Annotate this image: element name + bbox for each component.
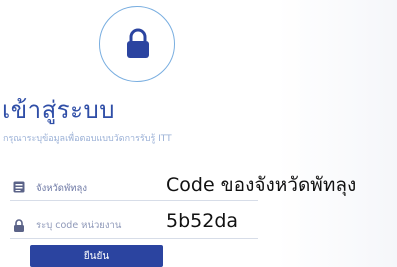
page-title: เข้าสู่ระบบ: [2, 96, 115, 124]
lock-icon: [127, 28, 149, 58]
overlay-caption: Code ของจังหวัดพัทลุง: [166, 174, 357, 196]
id-card-icon: [13, 181, 25, 193]
province-value: จังหวัดพัทลุง: [36, 183, 87, 194]
background-pattern: [277, 0, 397, 267]
overlay-code: 5b52da: [166, 210, 239, 232]
submit-button[interactable]: ยืนยัน: [30, 245, 163, 267]
page-subtitle: กรุณาระบุข้อมูลเพื่อตอบแบบวัดการรับรู้ I…: [3, 134, 172, 144]
code-input[interactable]: [36, 217, 186, 233]
lock-badge: [99, 6, 175, 82]
lock-icon: [14, 219, 24, 232]
